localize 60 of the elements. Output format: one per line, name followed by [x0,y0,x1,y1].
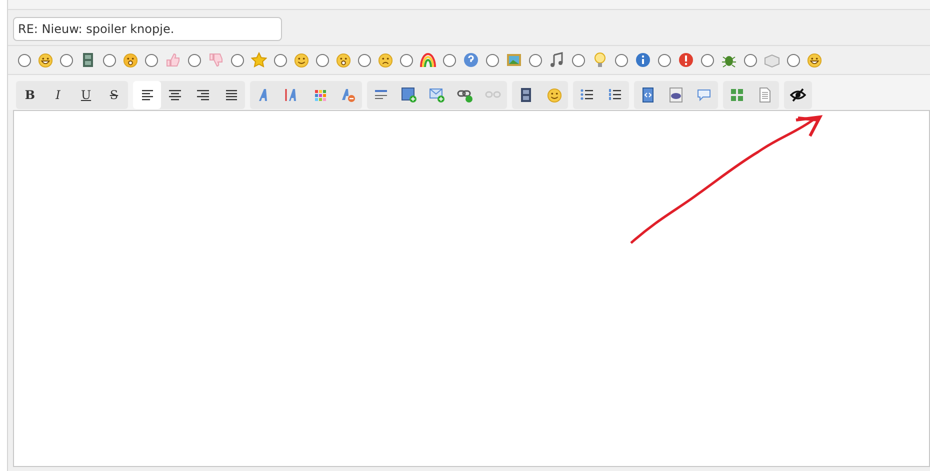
thumbs-up-icon [165,52,181,68]
radio-button[interactable] [400,54,413,66]
align-right-icon [195,87,211,103]
eye-slash-icon [790,87,806,103]
radio-button[interactable] [103,54,116,66]
document-icon [757,87,773,103]
radio-button[interactable] [787,54,800,66]
radio-button[interactable] [744,54,757,66]
radio-button[interactable] [188,54,201,66]
message-field[interactable] [13,110,930,467]
smiley-icon [294,52,309,68]
color-grid-icon [312,87,328,103]
radio-button[interactable] [60,54,73,66]
smiley-icon [38,52,53,68]
radio-button[interactable] [443,54,456,66]
format-button[interactable]: S [100,81,128,109]
toolbar-button[interactable] [133,81,161,109]
numbered-list-icon [607,87,623,103]
radio-button[interactable] [274,54,287,66]
code-icon [640,87,656,103]
subject-field[interactable]: RE: Nieuw: spoiler knopje. [13,17,282,41]
insert-email-icon [429,87,445,103]
insert-image-icon [401,87,417,103]
radio-button[interactable] [18,54,31,66]
radio-button[interactable] [231,54,244,66]
radio-button[interactable] [316,54,329,66]
info-icon [635,52,651,68]
speech-bubble-icon [696,87,712,103]
align-left-icon [139,87,155,103]
question-icon [463,52,479,68]
exclamation-icon [678,52,694,68]
light-bulb-icon [592,52,608,68]
smiley-icon [546,88,562,102]
smiley-icon [336,52,351,68]
radio-button[interactable] [572,54,585,66]
smiley-icon [123,52,138,68]
radio-button[interactable] [486,54,499,66]
radio-button[interactable] [615,54,628,66]
format-button[interactable]: I [44,81,72,109]
smiley-icon [378,52,393,68]
music-note-icon [549,52,565,68]
film-icon [80,52,96,68]
fullscreen-icon [729,87,745,103]
remove-format-icon [340,87,356,103]
film-icon [518,87,534,103]
format-button[interactable]: U [72,81,100,109]
thumbs-down-icon [208,52,224,68]
radio-button[interactable] [658,54,671,66]
align-justify-icon [223,87,239,103]
rainbow-icon [420,52,436,68]
format-button[interactable]: B [16,81,44,109]
align-center-icon [167,87,183,103]
star-icon [251,52,267,68]
radio-button[interactable] [701,54,714,66]
radio-button[interactable] [529,54,542,66]
radio-button[interactable] [145,54,158,66]
smiley-icon [807,52,822,68]
picture-icon [506,52,522,68]
bullet-list-icon [579,87,595,103]
radio-button[interactable] [358,54,371,66]
